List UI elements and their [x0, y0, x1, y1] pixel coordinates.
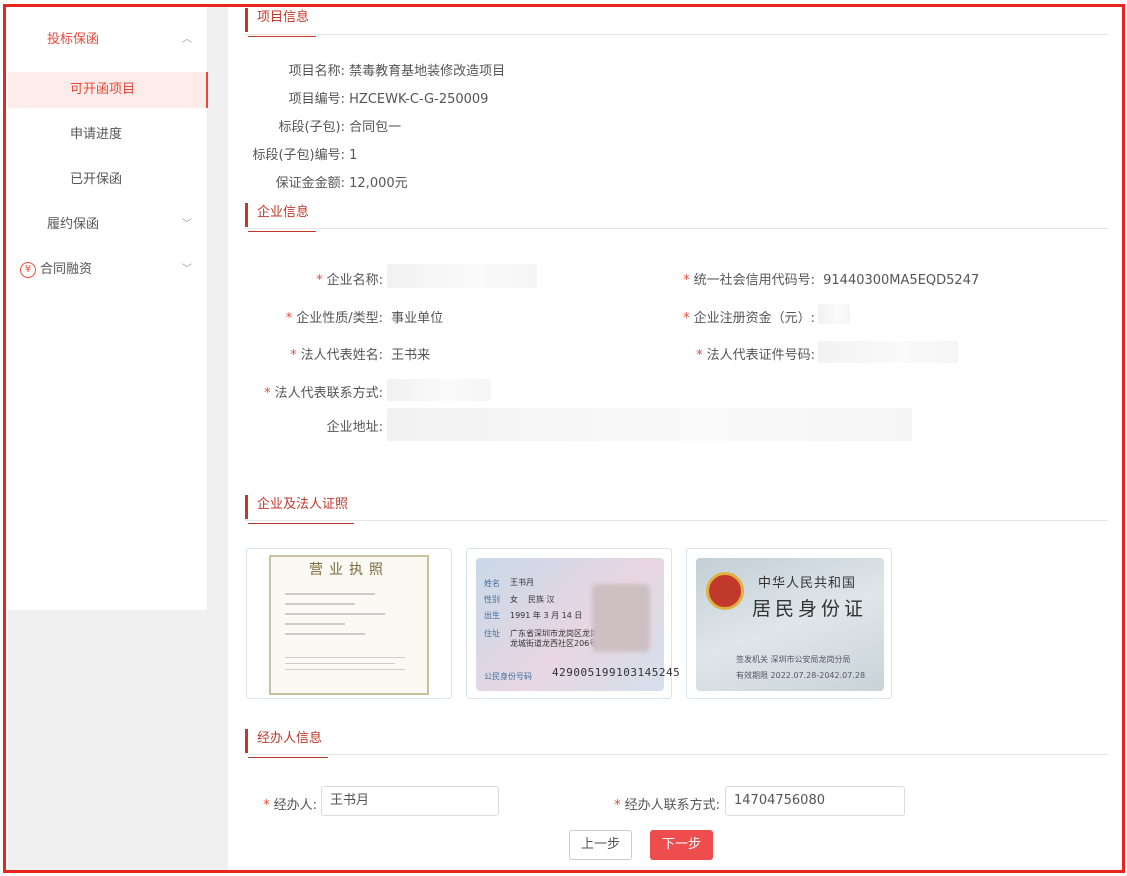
highlight-frame [3, 4, 1125, 873]
